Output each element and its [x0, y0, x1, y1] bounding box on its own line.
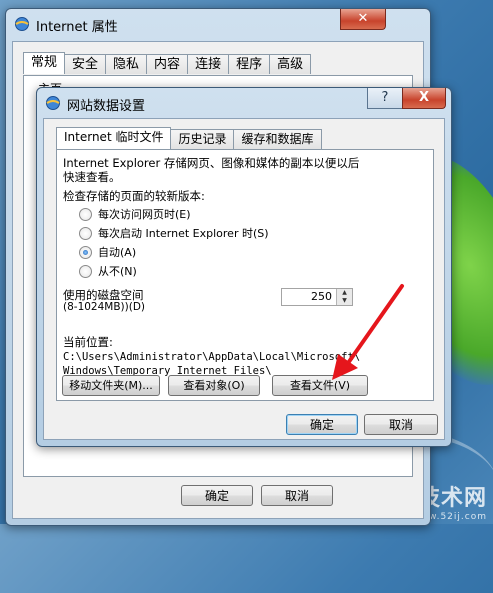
parent-ok-button[interactable]: 确定 [181, 485, 253, 506]
close-icon: ✕ [357, 11, 369, 26]
dialog-cancel-button[interactable]: 取消 [364, 414, 438, 435]
current-location-label: 当前位置: [63, 335, 113, 349]
option-label: 每次访问网页时(E) [98, 208, 191, 221]
red-arrow-icon [332, 284, 404, 380]
help-icon: ? [381, 90, 389, 105]
option-every-visit[interactable]: 每次访问网页时(E) [79, 206, 191, 222]
dialog-ok-button[interactable]: 确定 [286, 414, 358, 435]
move-folder-button[interactable]: 移动文件夹(M)... [62, 375, 160, 396]
internet-options-close-button[interactable]: ✕ [340, 9, 386, 30]
dialog-close-button[interactable]: X [402, 88, 446, 109]
tab-caches-and-databases[interactable]: 缓存和数据库 [233, 129, 322, 149]
tab-connections[interactable]: 连接 [187, 54, 230, 74]
radio-button[interactable] [79, 264, 92, 278]
radio-button[interactable] [79, 207, 92, 221]
internet-options-titlebar[interactable]: Internet 属性 ✕ [6, 9, 430, 37]
option-never[interactable]: 从不(N) [79, 263, 137, 279]
option-automatic[interactable]: 自动(A) [79, 244, 136, 260]
view-objects-button[interactable]: 查看对象(O) [168, 375, 260, 396]
dialog-title: 网站数据设置 [67, 99, 146, 114]
check-newer-versions-label: 检查存储的页面的较新版本: [63, 189, 205, 203]
ie-globe-icon [46, 96, 60, 110]
internet-options-tabs: 常规 安全 隐私 内容 连接 程序 高级 [23, 52, 312, 74]
dialog-titlebar[interactable]: 网站数据设置 ? X [37, 88, 451, 116]
dialog-help-button[interactable]: ? [367, 88, 403, 109]
radio-button[interactable] [79, 226, 92, 240]
ie-globe-icon [15, 17, 29, 31]
description-line-2: 快速查看。 [63, 170, 121, 184]
tab-temporary-internet-files[interactable]: Internet 临时文件 [56, 127, 172, 149]
tab-general[interactable]: 常规 [23, 52, 66, 74]
option-every-start[interactable]: 每次启动 Internet Explorer 时(S) [79, 225, 269, 241]
tab-privacy[interactable]: 隐私 [105, 54, 148, 74]
option-label: 每次启动 Internet Explorer 时(S) [98, 227, 269, 240]
close-icon: X [418, 90, 430, 105]
option-label: 自动(A) [98, 246, 137, 259]
tab-programs[interactable]: 程序 [228, 54, 271, 74]
tab-advanced[interactable]: 高级 [269, 54, 312, 74]
parent-cancel-button[interactable]: 取消 [261, 485, 333, 506]
tab-content[interactable]: 内容 [146, 54, 189, 74]
disk-space-range: (8-1024MB))(D) [63, 301, 146, 313]
tab-security[interactable]: 安全 [64, 54, 107, 74]
internet-options-title: Internet 属性 [36, 20, 118, 35]
dialog-tabs: Internet 临时文件 历史记录 缓存和数据库 [56, 127, 322, 149]
option-label: 从不(N) [98, 265, 137, 278]
current-location-path-1: C:\Users\Administrator\AppData\Local\Mic… [63, 351, 361, 363]
radio-button[interactable] [79, 245, 92, 259]
website-data-settings-dialog: 网站数据设置 ? X Internet 临时文件 历史记录 缓存和数据库 Int… [36, 87, 452, 447]
dialog-client: Internet 临时文件 历史记录 缓存和数据库 Internet Explo… [43, 118, 445, 440]
tab-history[interactable]: 历史记录 [170, 129, 235, 149]
